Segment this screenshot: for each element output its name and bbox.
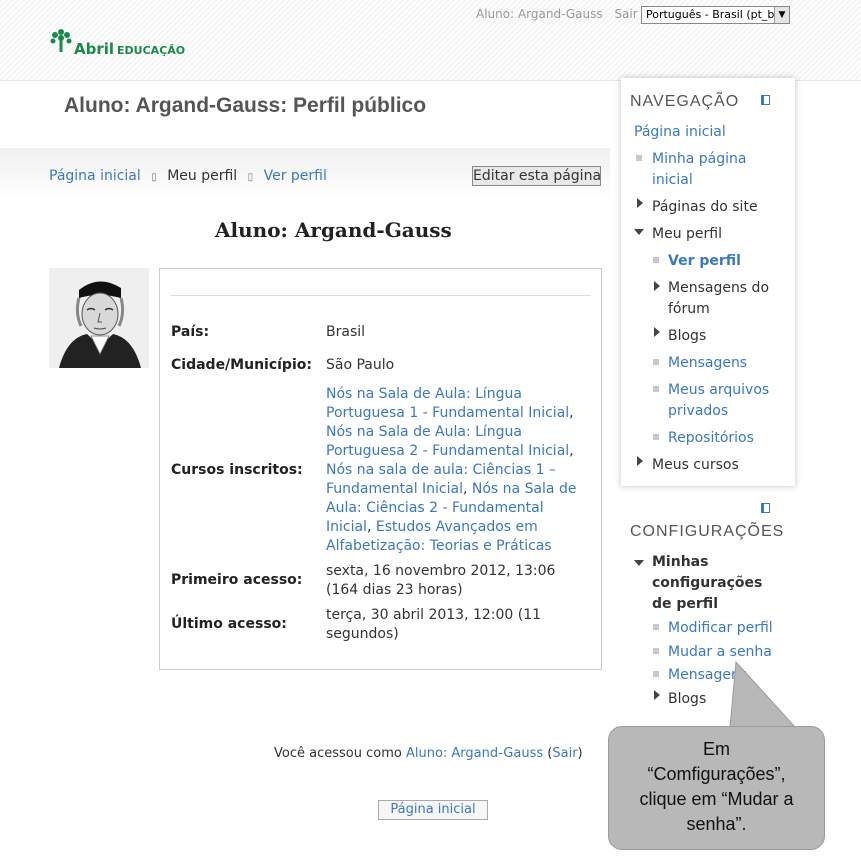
settings-title: CONFIGURAÇÕES: [630, 523, 785, 540]
brand-logo: Abril EDUCAÇÃO: [74, 40, 185, 58]
profile-details-box: País: Brasil Cidade/Município: São Paulo…: [159, 268, 602, 670]
breadcrumb-home[interactable]: Página inicial: [49, 168, 141, 184]
portrait-image: [49, 268, 149, 368]
city-label: Cidade/Município:: [171, 357, 312, 373]
breadcrumb-separator-icon: ▯: [247, 172, 254, 183]
chevron-down-icon[interactable]: ▼: [774, 7, 789, 23]
dock-icon[interactable]: [761, 503, 770, 513]
login-info-user-link[interactable]: Aluno: Argand-Gauss: [406, 746, 543, 761]
tutorial-callout: Em “Comfigurações”, clique em “Mudar a s…: [608, 726, 825, 850]
callout-line: clique em “Mudar a: [639, 789, 794, 809]
nav-repositories-link[interactable]: Repositórios: [668, 428, 754, 449]
breadcrumb-view-profile[interactable]: Ver perfil: [264, 168, 327, 184]
callout-line: Em: [703, 739, 730, 759]
nav-messages-link[interactable]: Mensagens: [668, 353, 747, 374]
page-title: Aluno: Argand-Gauss: Perfil público: [64, 94, 427, 117]
login-info-prefix: Você acessou como: [274, 746, 402, 761]
nav-private-files-link[interactable]: Meus arquivos privados: [668, 380, 778, 422]
collapse-arrow-icon[interactable]: [634, 229, 644, 235]
last-access-value: terça, 30 abril 2013, 12:00 (11 segundos…: [326, 607, 542, 642]
login-info-logout-link[interactable]: Sair: [552, 746, 577, 761]
settings-edit-profile-link[interactable]: Modificar perfil: [668, 618, 773, 639]
breadcrumb-my-profile[interactable]: Meu perfil: [167, 168, 237, 184]
divider: [170, 295, 591, 296]
header-user-link[interactable]: Aluno: Argand-Gauss: [476, 7, 603, 21]
first-access-value: sexta, 16 novembro 2012, 13:06 (164 dias…: [326, 563, 556, 598]
expand-arrow-icon[interactable]: [654, 690, 660, 700]
logo-sub: EDUCAÇÃO: [117, 44, 186, 57]
nav-site-pages[interactable]: Páginas do site: [652, 197, 758, 218]
bullet-icon: [653, 624, 659, 630]
navigation-title: NAVEGAÇÃO: [630, 93, 740, 110]
course-link[interactable]: Nós na Sala de Aula: Língua Portuguesa 1…: [326, 386, 569, 421]
city-value: São Paulo: [326, 357, 395, 373]
nav-home-link[interactable]: Página inicial: [634, 122, 726, 143]
bullet-icon: [653, 359, 659, 365]
nav-my-profile[interactable]: Meu perfil: [652, 224, 722, 245]
collapse-arrow-icon[interactable]: [634, 560, 644, 566]
avatar: [49, 268, 149, 368]
callout-pointer-icon: [729, 660, 797, 728]
bullet-icon: [653, 648, 659, 654]
callout-line: senha”.: [686, 814, 747, 834]
nav-my-courses[interactable]: Meus cursos: [652, 455, 739, 476]
header-logout-link[interactable]: Sair: [614, 7, 637, 21]
nav-blogs[interactable]: Blogs: [668, 326, 706, 347]
expand-arrow-icon[interactable]: [654, 327, 660, 337]
bullet-icon: [636, 155, 642, 161]
expand-arrow-icon[interactable]: [637, 198, 643, 208]
dock-icon[interactable]: [761, 95, 770, 105]
profile-heading: Aluno: Argand-Gauss: [215, 218, 452, 242]
logo-brand: Abril: [74, 40, 115, 58]
language-select[interactable]: Português - Brasil (pt_br) ▼: [641, 6, 790, 24]
bullet-icon: [653, 671, 659, 677]
login-info: Você acessou como Aluno: Argand-Gauss (S…: [274, 746, 583, 761]
language-select-value: Português - Brasil (pt_br): [646, 8, 784, 21]
course-link[interactable]: Nós na Sala de Aula: Língua Portuguesa 2…: [326, 424, 569, 459]
settings-profile-settings[interactable]: Minhas configurações de perfil: [652, 552, 772, 615]
nav-my-home-link[interactable]: Minha página inicial: [652, 149, 772, 191]
expand-arrow-icon[interactable]: [637, 456, 643, 466]
breadcrumb-separator-icon: ▯: [151, 172, 157, 183]
nav-view-profile-link[interactable]: Ver perfil: [668, 251, 741, 272]
header-user-info: Aluno: Argand-Gauss Sair: [476, 7, 646, 21]
breadcrumb: Página inicial ▯ Meu perfil ▯ Ver perfil: [49, 168, 327, 184]
bullet-icon: [653, 257, 659, 263]
courses-label: Cursos inscritos:: [171, 462, 303, 478]
courses-value: Nós na Sala de Aula: Língua Portuguesa 1…: [326, 386, 577, 554]
last-access-label: Último acesso:: [171, 616, 287, 632]
first-access-label: Primeiro acesso:: [171, 572, 303, 588]
bullet-icon: [653, 434, 659, 440]
nav-forum-posts[interactable]: Mensagens do fórum: [668, 278, 778, 320]
footer-home-button[interactable]: Página inicial: [378, 800, 488, 820]
callout-line: “Comfigurações”,: [647, 764, 786, 784]
edit-page-button[interactable]: Editar esta página: [472, 166, 601, 186]
country-value: Brasil: [326, 324, 366, 340]
bullet-icon: [653, 386, 659, 392]
expand-arrow-icon[interactable]: [654, 281, 660, 291]
country-label: País:: [171, 324, 210, 340]
tree-logo-icon: [50, 29, 72, 52]
